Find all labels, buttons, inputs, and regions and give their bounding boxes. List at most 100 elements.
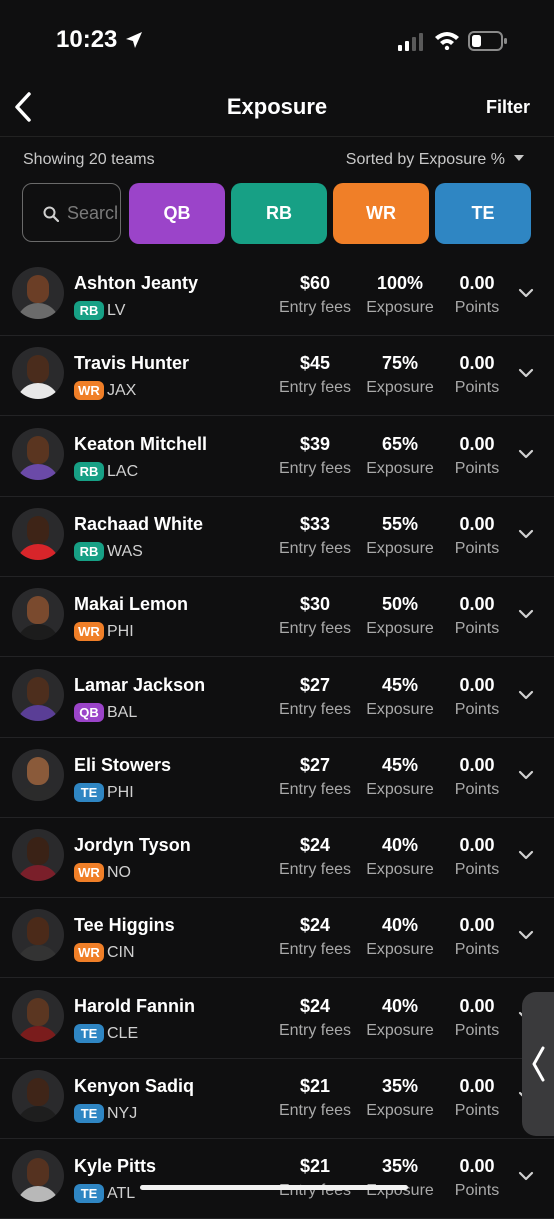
points-value: 0.00: [459, 513, 495, 534]
player-name: Lamar Jackson: [74, 674, 206, 695]
player-name: Harold Fannin: [74, 995, 195, 1016]
player-row[interactable]: Eli Stowers TE PHI $27 Entry fees 45% Ex…: [0, 737, 554, 818]
filter-chip-rb[interactable]: RB: [231, 183, 327, 244]
entry-fees-stat: $24 Entry fees: [272, 996, 358, 1040]
player-row[interactable]: Lamar Jackson QB BAL $27 Entry fees 45% …: [0, 657, 554, 738]
points-label: Points: [454, 941, 500, 959]
position-badge: RB: [74, 301, 104, 320]
chevron-down-icon[interactable]: [518, 448, 534, 460]
entry-fees-value: $24: [299, 995, 331, 1016]
points-stat: 0.00 Points: [443, 1156, 511, 1200]
points-stat: 0.00 Points: [443, 996, 511, 1040]
chevron-down-icon[interactable]: [518, 769, 534, 781]
exposure-label: Exposure: [366, 1021, 434, 1039]
entry-fees-stat: $60 Entry fees: [272, 273, 358, 317]
player-avatar: [12, 267, 64, 319]
entry-fees-value: $27: [299, 754, 331, 775]
player-row[interactable]: Kyle Pitts TE ATL $21 Entry fees 35% Exp…: [0, 1138, 554, 1219]
chevron-down-icon[interactable]: [518, 608, 534, 620]
points-value: 0.00: [459, 835, 495, 856]
player-avatar: [12, 989, 64, 1042]
entry-fees-stat: $39 Entry fees: [272, 434, 358, 478]
search-field[interactable]: [22, 183, 121, 242]
exposure-label: Exposure: [366, 299, 434, 316]
nav-header: Exposure Filter: [0, 80, 554, 137]
exposure-stat: 45% Exposure: [360, 675, 440, 719]
points-value: 0.00: [459, 433, 495, 454]
points-value: 0.00: [459, 1076, 495, 1096]
player-avatar: [12, 909, 64, 962]
filter-chip-wr[interactable]: WR: [333, 183, 429, 244]
chevron-down-icon[interactable]: [518, 929, 534, 941]
player-name: Rachaad White: [74, 513, 204, 534]
position-badge: TE: [74, 782, 104, 802]
player-name: Travis Hunter: [74, 353, 190, 374]
exposure-label: Exposure: [366, 941, 434, 959]
battery-icon: [468, 31, 507, 51]
exposure-stat: 40% Exposure: [360, 996, 440, 1040]
entry-fees-label: Entry fees: [278, 1102, 352, 1119]
filter-button[interactable]: Filter: [486, 97, 530, 118]
player-avatar: [12, 507, 64, 560]
player-row[interactable]: Rachaad White RB WAS $33 Entry fees 55% …: [0, 496, 554, 577]
position-badge: WR: [74, 943, 104, 963]
points-value: 0.00: [459, 1156, 495, 1177]
points-label: Points: [454, 539, 500, 557]
side-panel-handle[interactable]: [522, 992, 554, 1136]
points-value: 0.00: [459, 754, 495, 775]
exposure-label: Exposure: [366, 861, 434, 879]
entry-fees-value: $30: [299, 594, 331, 615]
exposure-value: 35%: [381, 1156, 419, 1177]
chevron-down-icon[interactable]: [518, 1170, 534, 1182]
exposure-label: Exposure: [366, 780, 434, 798]
exposure-stat: 100% Exposure: [360, 273, 440, 317]
status-bar: 10:23: [0, 0, 554, 80]
filter-chip-qb[interactable]: QB: [129, 183, 225, 244]
search-input[interactable]: [67, 201, 117, 225]
position-badge: TE: [74, 1104, 104, 1123]
player-row[interactable]: Ashton Jeanty RB LV $60 Entry fees 100% …: [0, 255, 554, 336]
exposure-stat: 35% Exposure: [360, 1076, 440, 1120]
player-name: Ashton Jeanty: [74, 273, 199, 293]
exposure-stat: 75% Exposure: [360, 353, 440, 397]
team-abbr: BAL: [107, 703, 138, 721]
sort-dropdown[interactable]: Sorted by Exposure %: [346, 151, 524, 169]
chevron-down-icon[interactable]: [518, 528, 534, 540]
position-filter-bar: QB RB WR TE: [22, 183, 534, 245]
team-abbr: LAC: [107, 462, 139, 480]
player-avatar: [12, 829, 64, 882]
team-abbr: NYJ: [107, 1105, 138, 1122]
entry-fees-stat: $30 Entry fees: [272, 594, 358, 638]
player-row[interactable]: Jordyn Tyson WR NO $24 Entry fees 40% Ex…: [0, 817, 554, 899]
entry-fees-value: $21: [299, 1076, 331, 1096]
exposure-stat: 40% Exposure: [360, 835, 440, 879]
entry-fees-stat: $24 Entry fees: [272, 835, 358, 879]
exposure-value: 40%: [381, 995, 419, 1016]
status-time: 10:23: [56, 26, 118, 53]
entry-fees-stat: $21 Entry fees: [272, 1076, 358, 1120]
player-row[interactable]: Tee Higgins WR CIN $24 Entry fees 40% Ex…: [0, 897, 554, 979]
chevron-down-icon[interactable]: [518, 367, 534, 379]
filter-chip-te[interactable]: TE: [435, 183, 531, 244]
chevron-down-icon[interactable]: [518, 689, 534, 701]
chevron-down-icon[interactable]: [518, 287, 534, 299]
points-label: Points: [454, 1182, 500, 1200]
position-badge: QB: [74, 702, 104, 722]
chevron-down-icon[interactable]: [518, 849, 534, 861]
player-row[interactable]: Kenyon Sadiq TE NYJ $21 Entry fees 35% E…: [0, 1058, 554, 1139]
exposure-value: 55%: [381, 513, 419, 534]
player-row[interactable]: Travis Hunter WR JAX $45 Entry fees 75% …: [0, 335, 554, 417]
entry-fees-value: $33: [299, 513, 331, 534]
team-abbr: LV: [107, 302, 126, 319]
player-row[interactable]: Makai Lemon WR PHI $30 Entry fees 50% Ex…: [0, 576, 554, 658]
entry-fees-label: Entry fees: [278, 379, 352, 397]
player-row[interactable]: Harold Fannin TE CLE $24 Entry fees 40% …: [0, 978, 554, 1059]
entry-fees-stat: $27 Entry fees: [272, 755, 358, 799]
team-abbr: CLE: [107, 1024, 139, 1042]
player-row[interactable]: Keaton Mitchell RB LAC $39 Entry fees 65…: [0, 416, 554, 497]
exposure-stat: 40% Exposure: [360, 915, 440, 959]
points-label: Points: [454, 1021, 500, 1039]
player-name: Eli Stowers: [74, 754, 172, 775]
entry-fees-label: Entry fees: [278, 700, 352, 718]
entry-fees-stat: $33 Entry fees: [272, 514, 358, 558]
